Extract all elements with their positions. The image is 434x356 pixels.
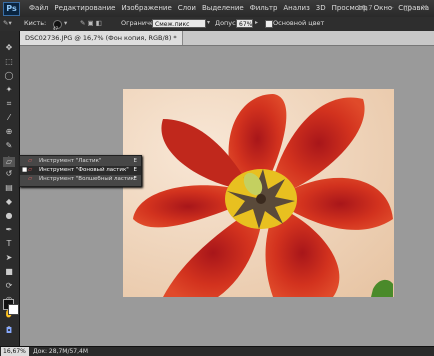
document-workspace: DSC02736.JPG @ 16,7% (Фон копия, RGB/8) …: [20, 31, 434, 346]
menu-image[interactable]: Изображение: [121, 4, 171, 12]
limits-select[interactable]: Смеж.пикс: [152, 19, 206, 28]
blur-tool-icon[interactable]: ◆: [3, 197, 15, 207]
flyout-item-magic-eraser[interactable]: ▱ Инструмент "Волшебный ластик" E: [20, 175, 141, 184]
menu-analysis[interactable]: Анализ: [283, 4, 309, 12]
magic-eraser-icon: ▱: [28, 176, 33, 182]
background-color-swatch[interactable]: [8, 304, 19, 315]
shape-tool-icon[interactable]: ■: [3, 267, 15, 277]
zoom-level-readout[interactable]: 16,7: [357, 4, 373, 12]
crop-tool-icon[interactable]: ⌗: [3, 99, 15, 109]
lasso-tool-icon[interactable]: ◯: [3, 71, 15, 81]
menu-file[interactable]: Файл: [29, 4, 48, 12]
pen-tool-icon[interactable]: ✒: [3, 225, 15, 235]
flyout-item-eraser[interactable]: ▱ Инструмент "Ластик" E: [20, 157, 141, 166]
eraser-tool-active-icon[interactable]: ▱: [3, 157, 15, 167]
maximize-icon[interactable]: □: [404, 3, 412, 12]
menu-3d[interactable]: 3D: [316, 4, 326, 12]
main-color-label: Основной цвет: [273, 19, 325, 27]
eraser-tool-icon[interactable]: ✎▾: [3, 19, 12, 27]
options-bar: ✎▾ Кисть: 47 ▾ ✎ ▣ ◧ Ограничения: Смеж.п…: [0, 17, 434, 32]
background-eraser-icon: ▱: [28, 167, 33, 173]
minimize-icon[interactable]: –: [390, 3, 394, 12]
tolerance-input[interactable]: 67%: [236, 19, 253, 28]
eraser-tool-flyout: ▱ Инструмент "Ластик" E ■ ▱ Инструмент "…: [19, 155, 142, 187]
type-tool-icon[interactable]: T: [3, 239, 15, 249]
quick-select-tool-icon[interactable]: ✦: [3, 85, 15, 95]
brush-dropdown-icon[interactable]: ▾: [64, 19, 67, 27]
flyout-item-background-eraser[interactable]: ■ ▱ Инструмент "Фоновый ластик" E: [20, 166, 141, 175]
menu-bar: Ps Файл Редактирование Изображение Слои …: [0, 0, 434, 18]
eyedropper-tool-icon[interactable]: ⁄: [3, 113, 15, 123]
menu-filter[interactable]: Фильтр: [250, 4, 278, 12]
3d-rotate-tool-icon[interactable]: ⟳: [3, 281, 15, 291]
history-brush-tool-icon[interactable]: ↺: [3, 169, 15, 179]
marquee-tool-icon[interactable]: ⬚: [3, 57, 15, 67]
document-tab[interactable]: DSC02736.JPG @ 16,7% (Фон копия, RGB/8) …: [20, 31, 183, 45]
quick-mask-icon[interactable]: ◘: [3, 326, 15, 336]
menu-edit[interactable]: Редактирование: [54, 4, 115, 12]
path-select-tool-icon[interactable]: ➤: [3, 253, 15, 263]
window-controls: – □ ✕: [390, 3, 428, 12]
brush-label: Кисть:: [24, 19, 47, 27]
menu-layers[interactable]: Слои: [178, 4, 196, 12]
eraser-icon: ▱: [28, 158, 33, 164]
menu-select[interactable]: Выделение: [202, 4, 244, 12]
gradient-tool-icon[interactable]: ▤: [3, 183, 15, 193]
close-icon[interactable]: ✕: [421, 3, 428, 12]
brush-tool-icon[interactable]: ✎: [3, 141, 15, 151]
tools-panel: ✥ ⬚ ◯ ✦ ⌗ ⁄ ⊕ ✎ ⊥ ↺ ▱ ▤ ◆ ● ✒ T ➤ ■ ⟳ ◎ …: [0, 31, 20, 346]
limits-dropdown-icon[interactable]: ▾: [207, 19, 210, 26]
selected-bullet-icon: ■: [22, 167, 28, 173]
photoshop-logo: Ps: [3, 2, 20, 16]
main-color-checkbox[interactable]: [265, 20, 273, 28]
tolerance-slider-icon[interactable]: ▸: [255, 19, 258, 26]
tulip-photo: [123, 89, 394, 297]
dodge-tool-icon[interactable]: ●: [3, 211, 15, 221]
healing-brush-tool-icon[interactable]: ⊕: [3, 127, 15, 137]
document-tab-bar: DSC02736.JPG @ 16,7% (Фон копия, RGB/8) …: [20, 31, 434, 46]
image-canvas[interactable]: [123, 89, 394, 297]
move-tool-icon[interactable]: ✥: [3, 43, 15, 53]
sampling-mode-icons[interactable]: ✎ ▣ ◧: [80, 19, 102, 27]
